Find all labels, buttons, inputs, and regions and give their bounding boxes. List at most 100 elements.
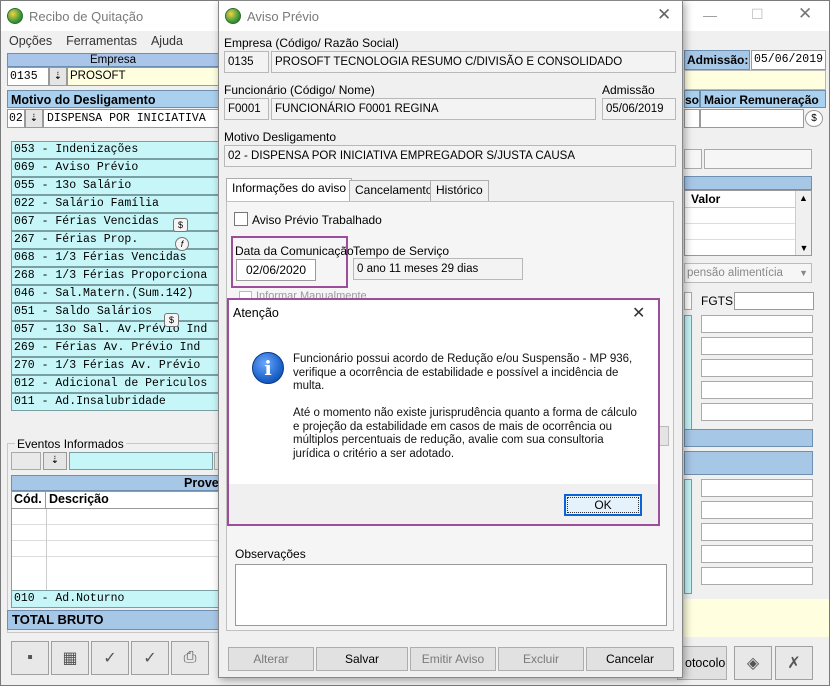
- emitir-aviso-button[interactable]: Emitir Aviso: [410, 647, 496, 671]
- settings-button[interactable]: ◈: [734, 646, 772, 680]
- eventos-code-field[interactable]: [11, 452, 41, 470]
- aviso-close-icon[interactable]: ✕: [657, 5, 671, 25]
- list-item[interactable]: 011 - Ad.Insalubridade: [11, 393, 219, 411]
- pensao-select[interactable]: pensão alimentícia ▼: [684, 263, 812, 283]
- column-divider: [46, 509, 47, 590]
- ferias-vencidas-info-icon[interactable]: $: [173, 218, 188, 232]
- list-item[interactable]: 057 - 13o Sal. Av.Prévio Ind: [11, 321, 219, 339]
- empresa-lookup-icon[interactable]: ⇣: [49, 67, 67, 86]
- right-value-column-2: [701, 479, 813, 599]
- aviso-app-icon: [225, 8, 241, 24]
- valor-header: Valor: [685, 191, 811, 208]
- motivo-label: Motivo Desligamento: [224, 130, 337, 144]
- table-row[interactable]: [701, 337, 813, 355]
- table-row[interactable]: [701, 501, 813, 519]
- eventos-table: Cód. Descrição: [11, 491, 219, 591]
- table-row[interactable]: [701, 567, 813, 585]
- ferias-prop-info-icon[interactable]: f: [175, 237, 189, 251]
- scroll-down-icon[interactable]: ▼: [796, 243, 812, 253]
- table-row[interactable]: [701, 359, 813, 377]
- empresa-name: PROSOFT TECNOLOGIA RESUMO C/DIVISÃO E CO…: [271, 51, 676, 73]
- list-item[interactable]: 055 - 13o Salário: [11, 177, 219, 195]
- tab-informacoes[interactable]: Informações do aviso: [226, 178, 353, 202]
- table-row[interactable]: [701, 403, 813, 421]
- aviso-titlebar: Aviso Prévio ✕: [219, 1, 682, 31]
- right-blue-band-2: [684, 451, 813, 475]
- valor-scrollbar[interactable]: ▲ ▼: [795, 191, 811, 255]
- check-all-button[interactable]: ✓: [131, 641, 169, 675]
- empresa-header: Empresa: [7, 53, 219, 67]
- saldo-salarios-info-icon[interactable]: $: [164, 313, 179, 327]
- right-value-column: [701, 315, 813, 445]
- list-item[interactable]: 012 - Adicional de Periculos: [11, 375, 219, 393]
- main-close-icon[interactable]: ✕: [798, 4, 812, 24]
- tab-cancelamento[interactable]: Cancelamento: [349, 180, 439, 201]
- table-row[interactable]: [701, 381, 813, 399]
- dialog-title: Atenção: [233, 306, 279, 320]
- eventos-lookup-icon[interactable]: ⇣: [43, 452, 67, 470]
- trabalhado-checkbox[interactable]: [234, 212, 248, 226]
- list-item[interactable]: 022 - Salário Família: [11, 195, 219, 213]
- empresa-label: Empresa (Código/ Razão Social): [224, 36, 399, 50]
- exit-button[interactable]: ✗: [775, 646, 813, 680]
- right-field: [704, 149, 812, 169]
- minimize-icon[interactable]: —: [703, 7, 717, 23]
- data-comunicacao-input[interactable]: 02/06/2020: [236, 259, 316, 281]
- list-item[interactable]: 053 - Indenizações: [11, 141, 219, 159]
- dialog-close-icon[interactable]: ✕: [632, 303, 645, 323]
- dialog-message-1: Funcionário possui acordo de Redução e/o…: [293, 353, 633, 392]
- excluir-button[interactable]: Excluir: [498, 647, 584, 671]
- check-button[interactable]: ✓: [91, 641, 129, 675]
- list-item[interactable]: 068 - 1/3 Férias Vencidas: [11, 249, 219, 267]
- maior-remuneracao-field[interactable]: [700, 109, 804, 128]
- print-button[interactable]: ⎙: [171, 641, 209, 675]
- list-item[interactable]: 069 - Aviso Prévio: [11, 159, 219, 177]
- table-row[interactable]: [12, 509, 218, 525]
- maior-remuneracao-info-icon[interactable]: $: [805, 110, 823, 127]
- col-so-field[interactable]: [684, 109, 700, 128]
- observacoes-textarea[interactable]: [235, 564, 667, 626]
- list-item[interactable]: 269 - Férias Av. Prévio Ind: [11, 339, 219, 357]
- menu-opcoes[interactable]: Opções: [9, 34, 52, 48]
- motivo-code-field[interactable]: 02: [7, 109, 25, 128]
- maior-remuneracao-header: Maior Remuneração: [700, 90, 826, 108]
- main-window-title: Recibo de Quitação: [29, 8, 144, 24]
- table-row[interactable]: [685, 224, 811, 240]
- list-item[interactable]: 268 - 1/3 Férias Proporciona: [11, 267, 219, 285]
- tab-historico[interactable]: Histórico: [430, 180, 489, 201]
- admissao-extra-field: [684, 70, 826, 90]
- funcionario-code: F0001: [224, 98, 269, 120]
- descricao-header: Descrição: [49, 492, 109, 506]
- motivo-lookup-icon[interactable]: ⇣: [25, 109, 43, 128]
- salvar-button[interactable]: Salvar: [316, 647, 408, 671]
- admissao-label: Admissão:: [684, 50, 750, 70]
- table-row[interactable]: [701, 315, 813, 333]
- list-item[interactable]: 051 - Saldo Salários: [11, 303, 219, 321]
- fgts-label: FGTS: [701, 294, 733, 308]
- ad-noturno-item[interactable]: 010 - Ad.Noturno: [11, 590, 219, 608]
- cancelar-button[interactable]: Cancelar: [586, 647, 674, 671]
- table-row[interactable]: [701, 479, 813, 497]
- protocolo-button[interactable]: otocolo: [677, 646, 727, 680]
- table-row[interactable]: [12, 541, 218, 557]
- menu-ajuda[interactable]: Ajuda: [151, 34, 183, 48]
- hidden-field: [659, 426, 669, 446]
- empresa-code-field[interactable]: 0135: [7, 67, 49, 86]
- data-comunicacao-label: Data da Comunicação: [235, 244, 354, 258]
- calculator-button[interactable]: ▦: [51, 641, 89, 675]
- menu-ferramentas[interactable]: Ferramentas: [66, 34, 137, 48]
- ok-button[interactable]: OK: [564, 494, 642, 516]
- alterar-button[interactable]: Alterar: [228, 647, 314, 671]
- list-item[interactable]: 270 - 1/3 Férias Av. Prévio: [11, 357, 219, 375]
- aviso-window-title: Aviso Prévio: [247, 8, 320, 24]
- table-row[interactable]: [701, 523, 813, 541]
- maximize-icon[interactable]: ☐: [751, 6, 764, 23]
- table-row[interactable]: [701, 545, 813, 563]
- admissao-field[interactable]: 05/06/2019: [751, 50, 826, 70]
- save-disk-button[interactable]: ▪: [11, 641, 49, 675]
- table-row[interactable]: [12, 525, 218, 541]
- scroll-up-icon[interactable]: ▲: [796, 191, 811, 205]
- fgts-field[interactable]: [734, 292, 814, 310]
- table-row[interactable]: [685, 208, 811, 224]
- list-item[interactable]: 046 - Sal.Matern.(Sum.142): [11, 285, 219, 303]
